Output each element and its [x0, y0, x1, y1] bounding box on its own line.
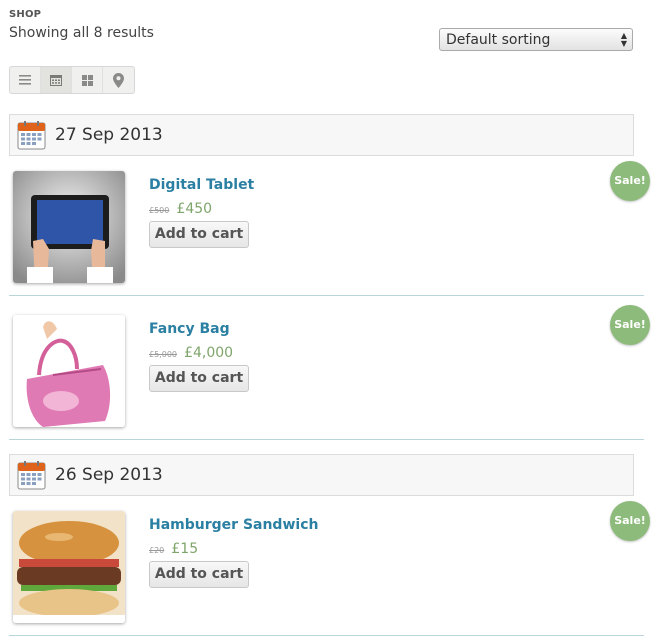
results-count: Showing all 8 results [9, 25, 154, 41]
view-calendar-button[interactable] [41, 67, 72, 93]
grid-icon [81, 74, 93, 86]
tablet-image [13, 171, 125, 283]
product-price: £20 £15 [149, 538, 198, 557]
shop-label: SHOP [9, 9, 42, 20]
product-divider [9, 439, 644, 440]
product-image-bag[interactable] [13, 315, 125, 427]
sale-price: £450 [176, 201, 213, 217]
calendar-view-icon [50, 75, 62, 86]
product-divider [9, 635, 644, 636]
sale-price: £4,000 [184, 345, 234, 361]
date-group-header: 27 Sep 2013 [9, 114, 634, 156]
product-item: Digital Tablet £500 £450 Add to cart Sal… [9, 161, 650, 297]
sale-price: £15 [171, 541, 199, 557]
product-image-tablet[interactable] [13, 171, 125, 283]
add-to-cart-button[interactable]: Add to cart [149, 221, 249, 248]
product-divider [9, 295, 644, 296]
date-heading: 27 Sep 2013 [55, 125, 163, 145]
map-pin-icon [113, 72, 124, 88]
sale-badge: Sale! [610, 305, 650, 345]
sale-badge: Sale! [610, 161, 650, 201]
view-mode-switcher [9, 66, 135, 94]
product-price: £5,000 £4,000 [149, 342, 233, 361]
product-title[interactable]: Digital Tablet [149, 177, 254, 193]
product-item: Fancy Bag £5,000 £4,000 Add to cart Sale… [9, 305, 650, 441]
product-price: £500 £450 [149, 198, 212, 217]
old-price: £20 [149, 546, 165, 555]
view-grid-button[interactable] [72, 67, 103, 93]
date-heading: 26 Sep 2013 [55, 465, 163, 485]
add-to-cart-button[interactable]: Add to cart [149, 365, 249, 392]
sort-dropdown[interactable]: Default sorting ▲ ▼ [439, 28, 633, 51]
calendar-icon [17, 461, 46, 490]
date-group-header: 26 Sep 2013 [9, 454, 634, 496]
bag-image [13, 315, 125, 427]
old-price: £5,000 [149, 350, 177, 359]
sale-badge: Sale! [610, 501, 650, 541]
product-title[interactable]: Hamburger Sandwich [149, 517, 318, 533]
hamburger-image [13, 511, 125, 623]
sort-selected-value: Default sorting [446, 32, 551, 48]
select-arrows-icon: ▲ ▼ [620, 31, 627, 48]
old-price: £500 [149, 206, 170, 215]
product-item: Hamburger Sandwich £20 £15 Add to cart S… [9, 501, 650, 637]
add-to-cart-button[interactable]: Add to cart [149, 561, 249, 588]
list-icon [19, 75, 31, 85]
product-title[interactable]: Fancy Bag [149, 321, 230, 337]
calendar-icon [17, 121, 46, 150]
view-list-button[interactable] [10, 67, 41, 93]
view-map-button[interactable] [103, 67, 134, 93]
product-image-hamburger[interactable] [13, 511, 125, 623]
